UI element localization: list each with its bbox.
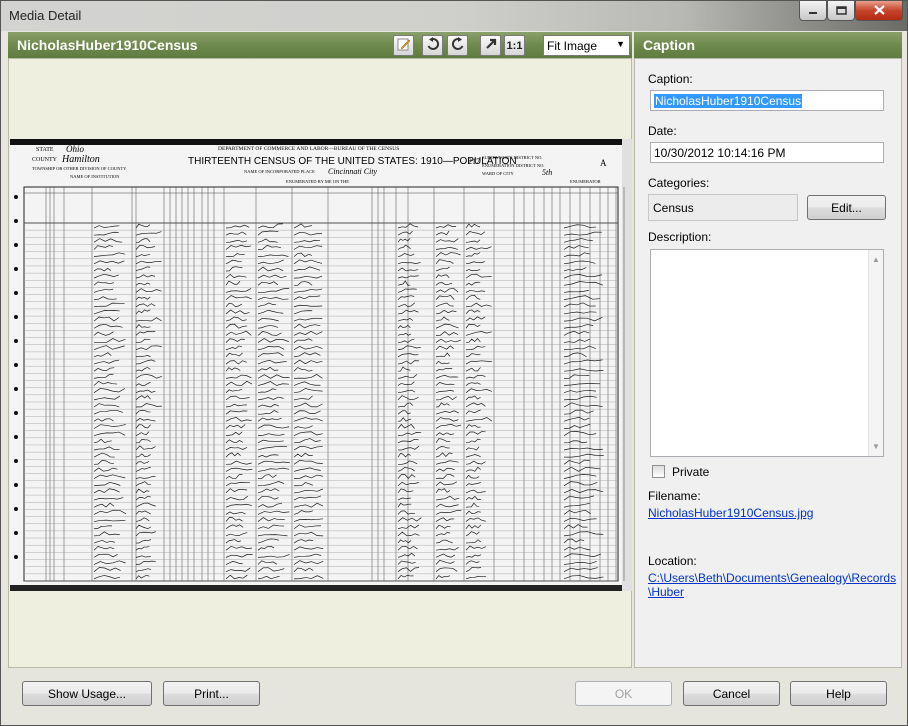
caption-header: Caption: [634, 32, 902, 58]
edit-icon: [397, 37, 411, 54]
description-label: Description:: [648, 230, 712, 244]
census-document-image: STATE Ohio COUNTY Hamilton TOWNSHIP OR O…: [10, 139, 632, 591]
image-viewer[interactable]: STATE Ohio COUNTY Hamilton TOWNSHIP OR O…: [8, 58, 632, 668]
location-label: Location:: [648, 554, 697, 568]
doc-county-label: COUNTY: [32, 157, 58, 163]
doc-city-value: Cincinnati City: [328, 167, 378, 176]
date-label: Date:: [648, 124, 677, 138]
private-checkbox[interactable]: [652, 465, 665, 478]
rotate-left-button[interactable]: [422, 35, 443, 56]
description-scrollbar[interactable]: ▲ ▼: [868, 250, 883, 456]
minimize-button[interactable]: [799, 1, 827, 21]
doc-county-value: Hamilton: [61, 154, 100, 165]
window-title: Media Detail: [9, 8, 82, 23]
cancel-button[interactable]: Cancel: [683, 681, 780, 706]
edit-image-button[interactable]: [393, 35, 414, 56]
census-image[interactable]: STATE Ohio COUNTY Hamilton TOWNSHIP OR O…: [10, 139, 632, 591]
location-link-line1[interactable]: C:\Users\Beth\Documents\Genealogy\Record…: [648, 571, 896, 585]
categories-field: Census: [648, 194, 798, 221]
fit-toggle-button[interactable]: [480, 35, 501, 56]
doc-sheet-number: 217: [468, 157, 480, 166]
date-input[interactable]: 10/30/2012 10:14:16 PM: [650, 142, 884, 163]
doc-township-label: TOWNSHIP OR OTHER DIVISION OF COUNTY: [32, 166, 127, 171]
media-title: NicholasHuber1910Census: [17, 37, 198, 53]
caption-input[interactable]: NicholasHuber1910Census: [650, 90, 884, 111]
doc-enumerator-label: ENUMERATOR: [570, 179, 601, 184]
categories-label: Categories:: [648, 176, 710, 190]
actual-size-button[interactable]: 1:1: [504, 35, 525, 56]
description-textarea[interactable]: ▲ ▼: [650, 249, 884, 457]
viewer-header: NicholasHuber1910Census 1:1 Fit Image ▼: [8, 32, 632, 58]
date-input-value: 10/30/2012 10:14:16 PM: [654, 146, 786, 160]
help-button[interactable]: Help: [790, 681, 887, 706]
rotate-right-button[interactable]: [447, 35, 468, 56]
maximize-button[interactable]: [827, 1, 855, 21]
caption-label: Caption:: [648, 72, 693, 86]
zoom-select[interactable]: Fit Image ▼: [543, 35, 630, 56]
dialog-button-bar: Show Usage... Print... OK Cancel Help: [1, 668, 907, 725]
close-icon: [873, 4, 885, 18]
doc-state-label: STATE: [36, 147, 54, 153]
caption-panel: Caption: NicholasHuber1910Census Date: 1…: [634, 58, 902, 668]
doc-sheet-letter: A: [600, 158, 607, 168]
show-usage-button[interactable]: Show Usage...: [22, 681, 152, 706]
doc-enumeration-label: ENUMERATION DISTRICT NO.: [482, 163, 545, 168]
caption-header-title: Caption: [643, 37, 696, 53]
doc-ward-value: 5th: [542, 168, 552, 177]
ok-button[interactable]: OK: [575, 681, 672, 706]
media-detail-window: Media Detail NicholasHuber1910Census 1:1…: [0, 0, 908, 726]
scroll-up-icon[interactable]: ▲: [872, 255, 880, 264]
doc-institution-label: NAME OF INSTITUTION: [70, 174, 120, 179]
minimize-icon: [808, 4, 818, 18]
doc-incorporated-label: NAME OF INCORPORATED PLACE: [244, 169, 315, 174]
doc-enumerated-label: ENUMERATED BY ME ON THE: [286, 179, 349, 184]
chevron-down-icon: ▼: [616, 39, 625, 49]
categories-value: Census: [653, 201, 694, 215]
edit-categories-button[interactable]: Edit...: [807, 195, 886, 220]
expand-icon: [484, 37, 498, 54]
filename-label: Filename:: [648, 489, 701, 503]
location-link-line2[interactable]: \Huber: [648, 585, 684, 599]
rotate-right-icon: [451, 37, 465, 54]
maximize-icon: [835, 4, 847, 18]
doc-ward-label: WARD OF CITY: [482, 171, 515, 176]
scroll-down-icon[interactable]: ▼: [872, 442, 880, 451]
caption-input-value: NicholasHuber1910Census: [654, 94, 803, 108]
doc-department: DEPARTMENT OF COMMERCE AND LABOR—BUREAU …: [218, 146, 399, 152]
zoom-select-value: Fit Image: [547, 39, 598, 53]
close-button[interactable]: [855, 1, 903, 21]
filename-link[interactable]: NicholasHuber1910Census.jpg: [648, 506, 813, 520]
doc-state-value: Ohio: [66, 144, 85, 154]
doc-supervisor-label: SUPERVISOR'S DISTRICT NO.: [482, 155, 543, 160]
rotate-left-icon: [426, 37, 440, 54]
private-label: Private: [672, 465, 710, 479]
window-titlebar[interactable]: Media Detail: [1, 1, 907, 31]
print-button[interactable]: Print...: [163, 681, 260, 706]
